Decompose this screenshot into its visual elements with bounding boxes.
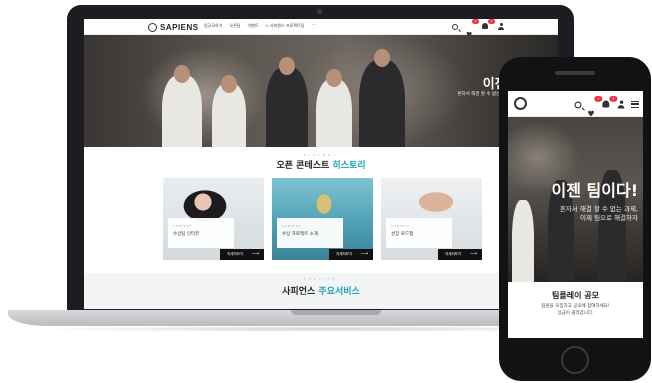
heart-badge: 1 [594, 95, 603, 102]
heart-icon[interactable]: ♥ 1 [587, 95, 603, 119]
laptop-device: SAPIENS 팀공모하기 오픈팀 이벤트 ◇ 사피엔스 프로젝트팀 ··· ♥… [67, 5, 574, 310]
hero-photo-person [512, 200, 534, 282]
services-title-accent: 주요서비스 [318, 287, 360, 297]
card-kicker: CONTEST [173, 225, 192, 228]
hero-photo-person [266, 67, 308, 147]
bell-badge: 3 [488, 19, 495, 24]
mobile-hero-title: 이젠 팀이다! [551, 181, 638, 200]
card-more-button[interactable]: 자세히보기 ⟶ [329, 249, 373, 260]
mobile-hero-subtitle-line2: 이제 팀으로 해결하자 [580, 214, 638, 222]
search-icon[interactable] [574, 101, 582, 108]
hero-photo-person [162, 75, 202, 147]
mobile-hero-banner: 이젠 팀이다! 혼자서 해결 할 수 없는 과제, 이제 팀으로 해결하자 [508, 117, 643, 282]
services-section: SERVICE 사피언스 주요서비스 [84, 273, 558, 309]
phone-home-button[interactable] [561, 346, 589, 374]
main-nav: 팀공모하기 오픈팀 이벤트 ◇ 사피엔스 프로젝트팀 ··· [204, 23, 316, 29]
search-icon[interactable] [452, 23, 458, 30]
logo-mark-icon [148, 22, 157, 32]
services-title: 사피언스 주요서비스 [84, 284, 558, 297]
hero-photo-person [316, 79, 352, 147]
services-kicker: SERVICE [304, 277, 338, 281]
nav-item-event[interactable]: 이벤트 [247, 23, 258, 29]
bell-icon[interactable]: 3 [482, 19, 495, 30]
history-card[interactable]: CONTEST 수상팀 인터뷰 자세히보기 ⟶ [163, 178, 264, 260]
card-caption-box: CONTEST 성장 로드맵 [386, 218, 452, 248]
mobile-header: ♥ 1 3 [508, 91, 643, 119]
card-more-label: 자세히보기 [227, 252, 244, 256]
card-more-button[interactable]: 자세히보기 ⟶ [220, 249, 264, 260]
hamburger-menu-icon[interactable] [631, 100, 639, 108]
phone-speaker [555, 71, 595, 75]
hero-banner: 이젠 팀이다! 혼자서 해결 할 수 없는 과제, 이제 팀으로 해결하자 [84, 35, 558, 147]
card-more-label: 자세히보기 [336, 252, 353, 256]
history-kicker: HISTORY [304, 153, 338, 157]
history-title-accent: 히스토리 [332, 161, 366, 171]
arrow-right-icon: ⟶ [251, 251, 259, 257]
user-icon[interactable] [617, 99, 625, 109]
bell-icon[interactable]: 3 [602, 95, 618, 108]
header-icons: ♥ 1 3 [452, 19, 504, 39]
laptop-camera [317, 9, 322, 14]
history-title: 오픈 콘테스트 히스토리 [84, 158, 558, 171]
arrow-right-icon: ⟶ [469, 251, 477, 257]
logo-text: SAPIENS [160, 22, 199, 32]
team-contest-desc-line2: 상금이 올라갑니다. [557, 311, 594, 316]
history-card[interactable]: CONTEST 수상 프로젝트 소개 자세히보기 ⟶ [272, 178, 373, 260]
mobile-header-icons: ♥ 1 3 [574, 95, 639, 119]
card-more-button[interactable]: 자세히보기 ⟶ [438, 249, 482, 260]
laptop-notch [291, 310, 381, 315]
card-more-label: 자세히보기 [445, 252, 462, 256]
history-card[interactable]: CONTEST 성장 로드맵 자세히보기 ⟶ [381, 178, 482, 260]
card-label: 수상 프로젝트 소개 [282, 232, 318, 237]
nav-item-open-team[interactable]: 오픈팀 [229, 23, 240, 29]
services-title-plain: 사피언스 [282, 287, 319, 297]
card-kicker: CONTEST [391, 225, 410, 228]
team-contest-title: 팀플레이 공모 [552, 291, 599, 300]
heart-icon[interactable]: ♥ 1 [466, 19, 479, 39]
history-title-plain: 오픈 콘테스트 [276, 161, 333, 171]
site-header: SAPIENS 팀공모하기 오픈팀 이벤트 ◇ 사피엔스 프로젝트팀 ··· ♥… [84, 19, 558, 39]
nav-more-icon[interactable]: ··· [311, 23, 316, 29]
site-logo[interactable]: SAPIENS [148, 22, 199, 32]
card-kicker: CONTEST [282, 225, 301, 228]
bell-badge: 3 [609, 95, 618, 102]
logo-mark-icon[interactable] [514, 97, 527, 110]
arrow-right-icon: ⟶ [360, 251, 368, 257]
team-contest-card[interactable]: 팀플레이 공모 팀원을 모집하고 공모에 참여하세요! 상금이 올라갑니다. [513, 282, 638, 338]
hero-photo-person [359, 60, 405, 147]
card-label: 수상팀 인터뷰 [173, 232, 200, 237]
card-caption-box: CONTEST 수상 프로젝트 소개 [277, 218, 343, 248]
heart-badge: 1 [472, 19, 479, 24]
laptop-screen: SAPIENS 팀공모하기 오픈팀 이벤트 ◇ 사피엔스 프로젝트팀 ··· ♥… [84, 19, 558, 309]
phone-screen: ♥ 1 3 이젠 팀이다! 혼자서 해결 할 수 없는 과제, 이제 팀으로 해… [508, 91, 643, 338]
phone-device: ♥ 1 3 이젠 팀이다! 혼자서 해결 할 수 없는 과제, 이제 팀으로 해… [499, 57, 651, 381]
nav-item-team-contest[interactable]: 팀공모하기 [204, 23, 222, 29]
user-icon[interactable] [498, 22, 504, 30]
nav-item-project-team[interactable]: ◇ 사피엔스 프로젝트팀 [266, 23, 305, 29]
team-contest-desc-line1: 팀원을 모집하고 공모에 참여하세요! [541, 304, 610, 309]
card-label: 성장 로드맵 [391, 232, 414, 237]
card-caption-box: CONTEST 수상팀 인터뷰 [168, 218, 234, 248]
